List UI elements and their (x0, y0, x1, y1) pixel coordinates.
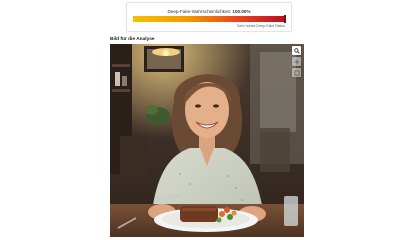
deepfake-risk-note: Sehr hohes Deep-Fake Risiko (237, 24, 285, 28)
page: Deep-Fake-Wahrscheinlichkeit: 100.00% Se… (0, 0, 420, 240)
deepfake-score-panel: Deep-Fake-Wahrscheinlichkeit: 100.00% Se… (126, 2, 292, 32)
zoom-in-icon (293, 47, 300, 54)
fit-screen-button[interactable] (292, 68, 301, 77)
deepfake-probability-value: 100.00% (232, 9, 251, 14)
zoom-in-button[interactable] (292, 46, 301, 55)
fit-screen-icon (294, 70, 299, 75)
deepfake-probability-heading: Deep-Fake-Wahrscheinlichkeit: 100.00% (127, 9, 291, 14)
pan-button[interactable] (292, 57, 301, 66)
deepfake-probability-bar (133, 16, 285, 22)
deepfake-probability-bar-marker (284, 15, 286, 23)
pan-icon (294, 59, 299, 64)
analysis-photo (110, 44, 304, 237)
analysis-image-title: Bild für die Analyse (110, 37, 155, 42)
deepfake-probability-bar-fill (133, 16, 285, 22)
analysis-image[interactable] (110, 44, 304, 237)
deepfake-probability-label: Deep-Fake-Wahrscheinlichkeit: (167, 9, 232, 14)
